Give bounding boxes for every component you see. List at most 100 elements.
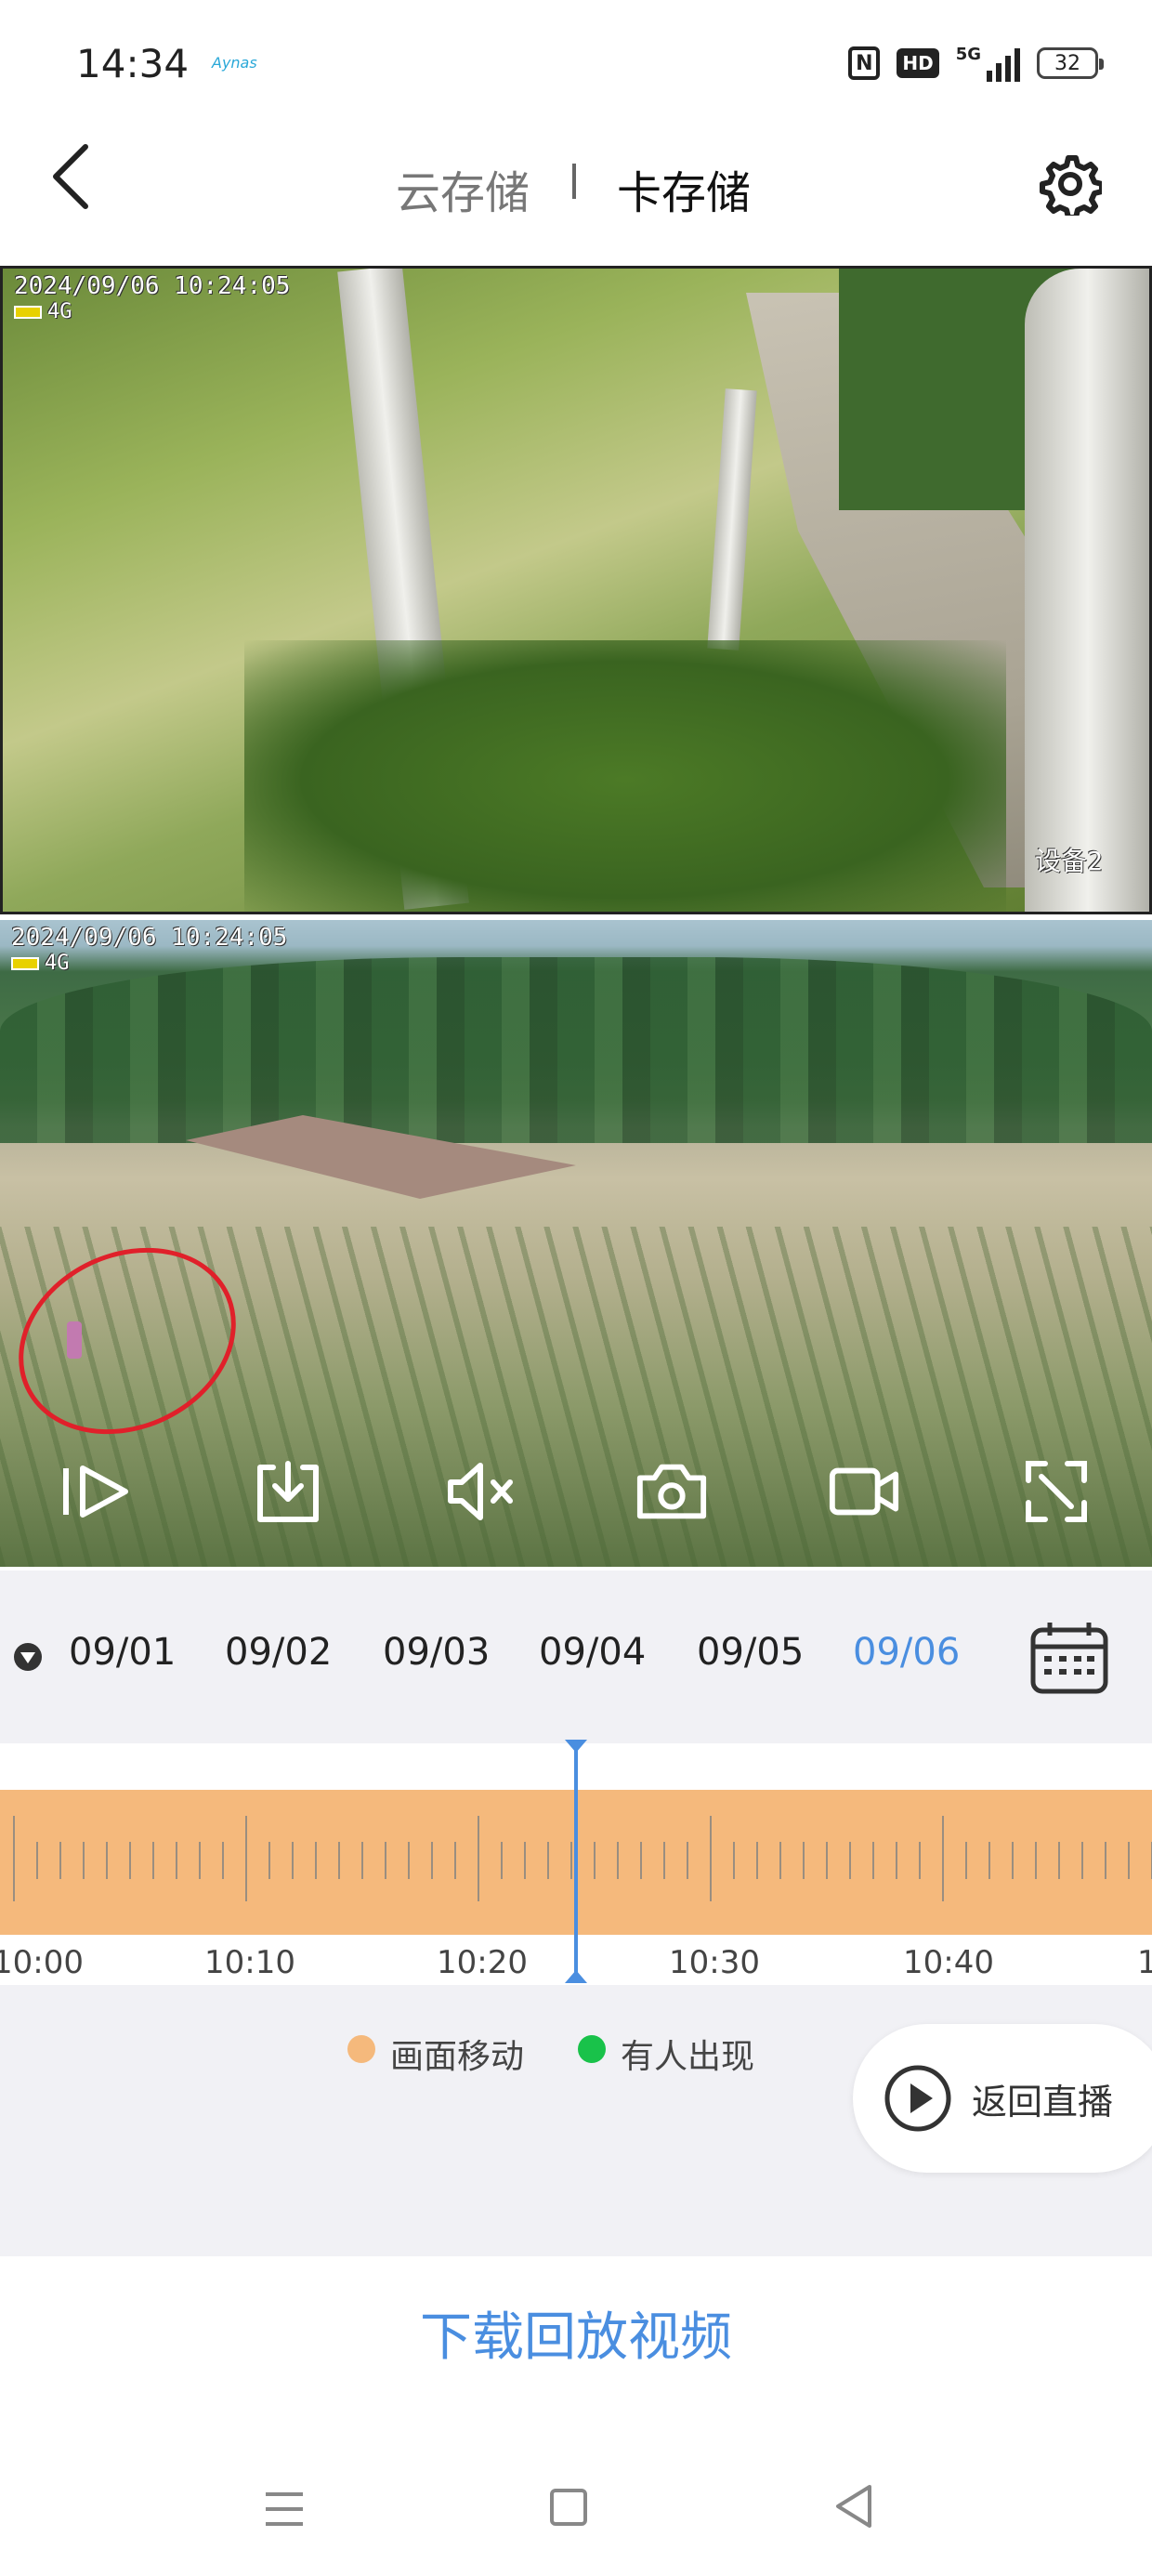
timeline-tick bbox=[640, 1842, 642, 1879]
playhead-bottom-marker bbox=[565, 1970, 587, 1983]
time-label-1020: 10:20 bbox=[437, 1944, 528, 1981]
time-label-1040: 10:40 bbox=[903, 1944, 994, 1981]
nav-home-button[interactable] bbox=[550, 2489, 587, 2526]
timeline-tick bbox=[478, 1816, 479, 1901]
signal-icon: 5G bbox=[956, 45, 1020, 82]
time-label-1010: 10:10 bbox=[204, 1944, 295, 1981]
timeline-tick bbox=[803, 1842, 805, 1879]
network-type: 5G bbox=[955, 45, 981, 64]
timeline-tick bbox=[756, 1842, 758, 1879]
battery-icon: 32 bbox=[1037, 47, 1104, 79]
play-button[interactable] bbox=[59, 1454, 133, 1529]
timeline-tick bbox=[83, 1842, 85, 1879]
time-label-1000: 10:00 bbox=[0, 1944, 84, 1981]
hd-badge: HD bbox=[897, 48, 939, 78]
timeline-tick bbox=[1081, 1842, 1083, 1879]
timeline-tick bbox=[896, 1842, 897, 1879]
date-expand-button[interactable] bbox=[13, 1642, 43, 1672]
timeline-tick bbox=[176, 1842, 177, 1879]
timeline-tick bbox=[1035, 1842, 1037, 1879]
camera2-status: 4G bbox=[11, 952, 70, 975]
timeline-tick bbox=[988, 1842, 990, 1879]
record-button[interactable] bbox=[827, 1454, 901, 1529]
timeline-tick bbox=[361, 1842, 363, 1879]
download-icon bbox=[256, 1461, 319, 1522]
return-live-button[interactable]: 返回直播 bbox=[853, 2024, 1152, 2173]
timeline-tick bbox=[547, 1842, 549, 1879]
nav-menu-button[interactable] bbox=[264, 2489, 305, 2533]
timeline-tick bbox=[408, 1842, 410, 1879]
timeline-tick bbox=[1012, 1842, 1014, 1879]
timeline-tick bbox=[965, 1842, 967, 1879]
timeline-tick bbox=[872, 1842, 874, 1879]
video-record-icon bbox=[829, 1467, 899, 1516]
fullscreen-icon bbox=[1025, 1461, 1087, 1522]
timeline-tick bbox=[501, 1842, 503, 1879]
timeline-playhead[interactable] bbox=[574, 1740, 578, 1983]
person-figure bbox=[67, 1321, 82, 1359]
nav-back-button[interactable] bbox=[832, 2483, 873, 2533]
date-item-0903[interactable]: 09/03 bbox=[383, 1631, 490, 1674]
timeline-tick bbox=[826, 1842, 828, 1879]
timeline-tick bbox=[663, 1842, 665, 1879]
back-button[interactable] bbox=[45, 139, 100, 214]
app-notification-icon: Aynas bbox=[212, 54, 257, 72]
timeline-tick bbox=[524, 1842, 526, 1879]
settings-button[interactable] bbox=[1039, 152, 1105, 220]
date-item-0905[interactable]: 09/05 bbox=[697, 1631, 804, 1674]
timeline-tick bbox=[338, 1842, 340, 1879]
camera2-network: 4G bbox=[45, 952, 70, 975]
calendar-icon bbox=[1030, 1623, 1108, 1694]
person-legend-label: 有人出现 bbox=[621, 2038, 755, 2076]
playhead-top-marker bbox=[565, 1740, 587, 1753]
camera1-battery-icon bbox=[14, 305, 42, 319]
mute-icon bbox=[447, 1463, 513, 1520]
app-root: 14:34 Aynas N HD 5G 32 云存储 卡存储 2024/09/0… bbox=[0, 0, 1152, 2576]
date-item-0904[interactable]: 09/04 bbox=[539, 1631, 646, 1674]
download-playback-button[interactable]: 下载回放视频 bbox=[0, 2295, 1152, 2371]
tab-cloud-storage[interactable]: 云存储 bbox=[396, 156, 530, 221]
chevron-left-icon bbox=[53, 144, 88, 209]
timeline-tick bbox=[733, 1842, 735, 1879]
download-clip-button[interactable] bbox=[251, 1454, 325, 1529]
gear-icon bbox=[1040, 155, 1105, 220]
timeline-tick bbox=[268, 1842, 270, 1879]
camera2-timestamp: 2024/09/06 10:24:05 bbox=[11, 924, 288, 952]
camera1-network: 4G bbox=[47, 300, 72, 323]
person-legend-dot bbox=[578, 2035, 606, 2063]
snapshot-button[interactable] bbox=[635, 1454, 709, 1529]
battery-level: 32 bbox=[1054, 51, 1080, 75]
nfc-icon: N bbox=[848, 46, 881, 80]
fullscreen-button[interactable] bbox=[1019, 1454, 1093, 1529]
playback-controls bbox=[0, 1440, 1152, 1543]
timeline-tick bbox=[617, 1842, 619, 1879]
timeline-tick bbox=[779, 1842, 781, 1879]
timeline-tick bbox=[687, 1842, 688, 1879]
timeline-tick bbox=[1105, 1842, 1106, 1879]
timeline-tick bbox=[431, 1842, 433, 1879]
play-circle-icon bbox=[884, 2065, 951, 2132]
camera-icon bbox=[637, 1464, 707, 1519]
calendar-button[interactable] bbox=[1029, 1621, 1109, 1695]
timeline-tick bbox=[385, 1842, 386, 1879]
timeline-tick bbox=[570, 1842, 572, 1879]
mute-button[interactable] bbox=[443, 1454, 517, 1529]
timeline-tick bbox=[710, 1816, 712, 1901]
timeline-tick bbox=[106, 1842, 108, 1879]
camera2-battery-icon bbox=[11, 956, 39, 970]
triangle-down-icon bbox=[14, 1643, 42, 1671]
date-item-0902[interactable]: 09/02 bbox=[225, 1631, 332, 1674]
triangle-left-icon bbox=[836, 2485, 871, 2528]
timeline-tick bbox=[13, 1816, 15, 1901]
timeline-tick bbox=[594, 1842, 596, 1879]
timeline-tick bbox=[315, 1842, 317, 1879]
camera1-status: 4G bbox=[14, 300, 72, 323]
camera-view-1[interactable]: 2024/09/06 10:24:05 4G 设备2 bbox=[0, 266, 1152, 914]
tab-card-storage[interactable]: 卡存储 bbox=[617, 156, 751, 221]
menu-icon bbox=[266, 2492, 303, 2526]
date-item-0901[interactable]: 09/01 bbox=[69, 1631, 176, 1674]
date-item-0906[interactable]: 09/06 bbox=[853, 1631, 960, 1674]
timeline-tick bbox=[292, 1842, 294, 1879]
timeline-tick bbox=[1058, 1842, 1060, 1879]
camera1-label: 设备2 bbox=[1035, 846, 1103, 876]
